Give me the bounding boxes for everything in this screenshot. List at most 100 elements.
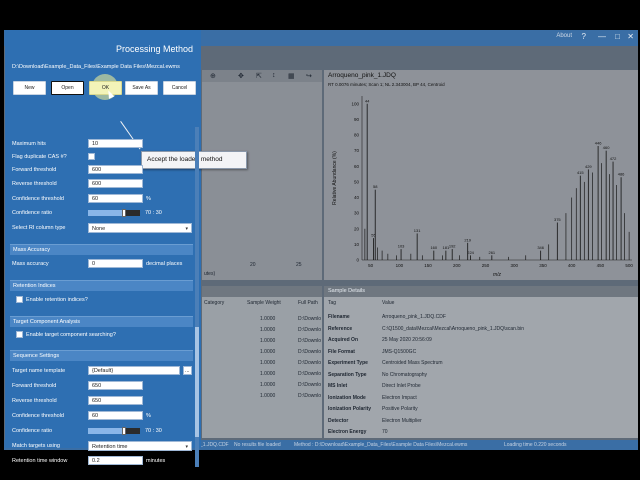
y-tick-label: 100 [351,101,359,106]
forward-threshold-input[interactable]: 600 [88,165,143,174]
export-icon[interactable]: ↪ [306,72,312,80]
col-sample-weight[interactable]: Sample Weight [247,300,281,306]
match-targets-select[interactable]: Retention time ▾ [88,441,192,451]
slider-fill [88,428,124,434]
reverse-threshold-input[interactable]: 600 [88,179,143,188]
detail-tag: Separation Type [328,371,367,378]
spectrum-chart[interactable]: 0 10 20 30 40 50 60 70 80 90 100 50 100 150 200 250 300 3… [324,70,638,280]
slider-thumb[interactable] [122,209,126,217]
match-targets-value: Retention time [92,444,128,450]
col-category[interactable]: Category [204,300,224,306]
chromatogram-toolbar: ⊕ ✥ ⇱ ↕ ▦ ↪ [202,70,322,82]
table-cell[interactable]: 1.0000 [260,349,275,355]
confidence-ratio-slider[interactable] [88,209,140,217]
detail-value: Electron Impact [382,394,417,401]
spectrum-pane: Arroqueno_pink_1.JDQ RT 0.0076 minutes; … [324,70,638,280]
maximize-icon[interactable]: □ [615,32,620,41]
seq-reverse-label: Reverse threshold [12,398,57,404]
seq-ratio-slider[interactable] [88,427,140,435]
section-target-component[interactable]: Target Component Analysis [10,316,193,327]
detail-tag: Acquired On [328,337,359,343]
table-cell[interactable]: D:\Downlo [298,327,321,333]
browse-button[interactable]: ... [183,366,192,375]
col-full-path[interactable]: Full Path [298,300,318,306]
table-cell[interactable]: 1.0000 [260,371,275,377]
retention-checkbox[interactable] [16,296,23,303]
ri-column-select[interactable]: None ▾ [88,223,192,233]
dialog-scroll-area[interactable]: Maximum hits 10 Flag duplicate CAS #? Fo… [10,127,195,467]
y-axis-title: Relative Abundance (%) [332,151,338,205]
max-hits-input[interactable]: 10 [88,139,143,148]
peak-label: 429 [585,164,592,169]
table-cell[interactable]: 1.0000 [260,316,275,322]
detail-value: Centroided Mass Spectrum [382,360,443,366]
pan-icon[interactable]: ✥ [238,72,244,80]
peak-label: 160 [430,245,437,250]
open-button[interactable]: Open [51,81,84,95]
about-link[interactable]: About [556,33,572,39]
section-retention-indices[interactable]: Retention Indices [10,280,193,291]
fit-icon[interactable]: ⇱ [256,72,262,80]
detail-tag: Electron Energy [328,429,367,435]
match-targets-label: Match targets using [12,443,60,449]
mass-accuracy-label: Mass accuracy [12,261,49,267]
table-cell[interactable]: D:\Downlo [298,316,321,322]
dialog-title: Processing Method [115,44,193,54]
y-tick-label: 40 [354,195,360,200]
mass-accuracy-input[interactable]: 0 [88,259,143,268]
flag-dup-checkbox[interactable] [88,153,95,160]
slider-thumb[interactable] [122,427,126,435]
table-cell[interactable]: D:\Downlo [298,338,321,344]
minimize-icon[interactable]: — [598,32,606,41]
table-cell[interactable]: D:\Downlo [298,382,321,388]
peak-label: 415 [577,170,584,175]
table-cell[interactable]: 1.0000 [260,393,275,399]
table-cell[interactable]: 1.0000 [260,327,275,333]
target-component-checkbox[interactable] [16,331,23,338]
detail-value: Arroqueno_pink_1.JDQ.CDF [382,314,446,320]
table-cell[interactable]: 1.0000 [260,360,275,366]
seq-forward-input[interactable]: 650 [88,381,143,390]
percent-unit: % [146,196,151,202]
save-as-button[interactable]: Save As [125,81,158,95]
cancel-button[interactable]: Cancel [163,81,196,95]
dialog-scrollbar[interactable] [195,127,199,467]
y-tick-label: 0 [356,258,359,263]
section-sequence-settings[interactable]: Sequence Settings [10,350,193,361]
screen: About ? — □ ✕ ⊕ ✥ ⇱ ↕ ▦ ↪ utes) 20 25 Ar… [0,0,640,480]
zoom-icon[interactable]: ⊕ [210,72,216,80]
arrows-icon[interactable]: ↕ [272,72,276,79]
table-cell[interactable]: D:\Downlo [298,371,321,377]
retention-window-input[interactable]: 0.2 [88,456,143,465]
peak-label: 446 [595,140,602,145]
new-button[interactable]: New [13,81,46,95]
table-cell[interactable]: D:\Downlo [298,349,321,355]
col-tag[interactable]: Tag [328,300,336,306]
scrollbar-thumb[interactable] [195,327,199,437]
x-tick-label: 150 [424,263,432,268]
table-cell[interactable]: D:\Downlo [298,393,321,399]
confidence-threshold-label: Confidence threshold [12,196,64,202]
detail-tag: Detector [328,417,349,424]
peak-label: 460 [603,145,610,150]
table-cell[interactable]: D:\Downlo [298,360,321,366]
peak-label: 131 [414,228,421,233]
table-cell[interactable]: 1.0000 [260,382,275,388]
target-name-input[interactable]: {Default} [88,366,180,375]
grid-icon[interactable]: ▦ [288,72,295,80]
seq-percent-unit: % [146,413,151,419]
confidence-threshold-input[interactable]: 60 [88,194,143,203]
table-cell[interactable]: 1.0000 [260,338,275,344]
y-tick-label: 50 [354,179,360,184]
slider-fill [88,210,124,216]
seq-reverse-input[interactable]: 650 [88,396,143,405]
ri-column-value: None [92,226,106,232]
seq-confidence-input[interactable]: 60 [88,411,143,420]
detail-value: JMS-Q1500GC [382,348,417,355]
section-mass-accuracy[interactable]: Mass Accuracy [10,244,193,255]
mass-accuracy-unit: decimal places [146,261,183,267]
close-icon[interactable]: ✕ [627,32,634,41]
help-icon[interactable]: ? [582,32,586,41]
col-value[interactable]: Value [382,300,394,306]
detail-tag: Ionization Polarity [328,406,372,412]
